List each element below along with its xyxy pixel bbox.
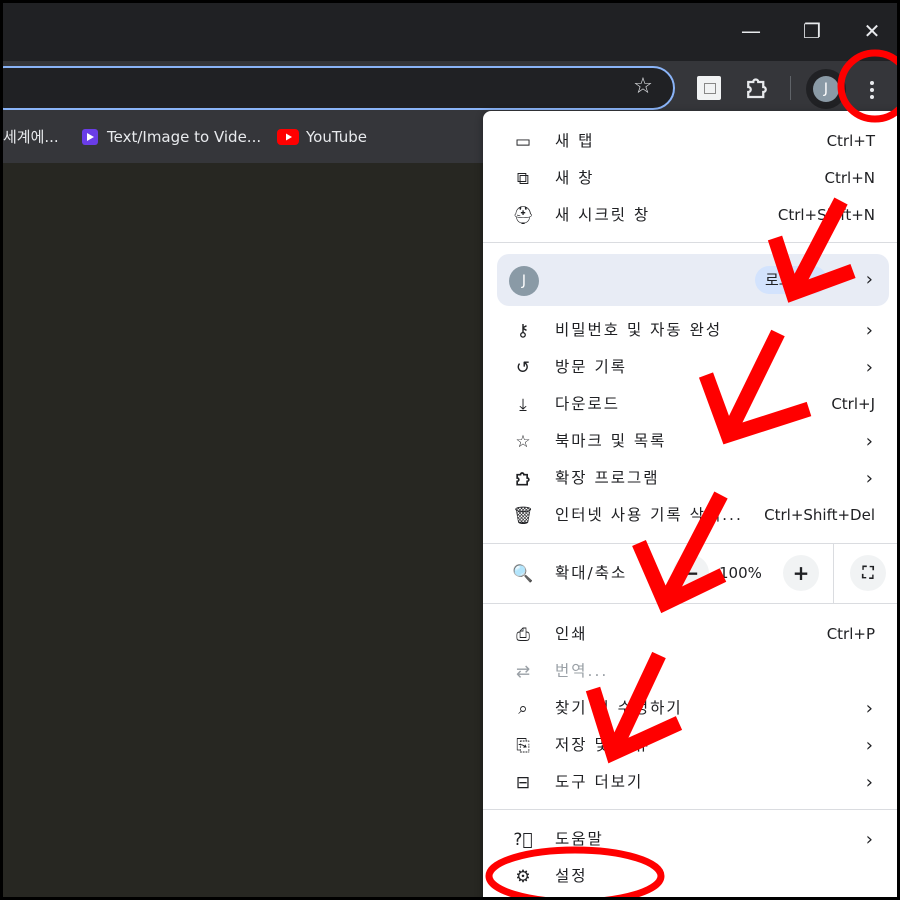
- chevron-right-icon: ›: [865, 829, 873, 850]
- menu-item-extensions[interactable]: 확장 프로그램 ›: [483, 460, 897, 497]
- menu-item-new-window[interactable]: ⧉ 새 창 Ctrl+N: [483, 160, 897, 197]
- menu-item-new-incognito-window[interactable]: ⛑ 새 시크릿 창 Ctrl+Shift+N: [483, 197, 897, 234]
- help-icon: ?⃝: [513, 830, 533, 850]
- menu-divider: [483, 809, 897, 810]
- menu-shortcut: Ctrl+N: [824, 169, 875, 187]
- menu-item-label: 도움말: [555, 830, 604, 848]
- menu-item-label: 도구 더보기: [555, 773, 644, 791]
- kebab-menu-button[interactable]: [852, 70, 892, 110]
- menu-divider: [483, 543, 897, 544]
- menu-item-label: 확장 프로그램: [555, 469, 660, 487]
- chevron-right-icon: ›: [865, 468, 873, 489]
- avatar: J: [509, 266, 539, 296]
- menu-item-passwords[interactable]: ⚷ 비밀번호 및 자동 완성 ›: [483, 312, 897, 349]
- settings-gear-icon: ⚙: [515, 867, 531, 887]
- profile-button[interactable]: J: [806, 69, 846, 109]
- menu-shortcut: Ctrl+Shift+Del: [764, 506, 875, 524]
- extension-icon: [516, 472, 530, 486]
- menu-profile-row[interactable]: J 로그인 ›: [497, 254, 889, 306]
- kebab-dot: [870, 95, 874, 99]
- menu-shortcut: Ctrl+J: [831, 395, 875, 413]
- find-icon: ⌕: [518, 699, 528, 719]
- menu-item-label: 다운로드: [555, 395, 621, 413]
- browser-window: — ❐ ✕ ☆ J 세계에... Text/Image to Vide... Y…: [0, 0, 900, 900]
- menu-item-label: 새 시크릿 창: [555, 206, 651, 224]
- incognito-icon: ⛑: [512, 206, 534, 226]
- title-bar: — ❐ ✕: [3, 3, 897, 61]
- zoom-icon: 🔍: [512, 564, 534, 584]
- menu-item-label: 번역...: [555, 662, 609, 680]
- menu-item-label: 찾기 및 수정하기: [555, 699, 683, 717]
- menu-item-clear-browsing-data[interactable]: 🗑 인터넷 사용 기록 삭제... Ctrl+Shift+Del: [483, 497, 897, 534]
- close-button[interactable]: ✕: [852, 11, 892, 51]
- extension-tile-icon[interactable]: [697, 76, 721, 100]
- menu-item-label: 새 탭: [555, 132, 595, 150]
- menu-item-bookmarks[interactable]: ☆ 북마크 및 목록 ›: [483, 423, 897, 460]
- menu-shortcut: Ctrl+P: [826, 625, 875, 643]
- menu-item-find-and-edit[interactable]: ⌕ 찾기 및 수정하기 ›: [483, 690, 897, 727]
- chrome-main-menu: ▭ 새 탭 Ctrl+T ⧉ 새 창 Ctrl+N ⛑ 새 시크릿 창 Ctrl…: [483, 111, 897, 897]
- minimize-button[interactable]: —: [731, 11, 771, 51]
- new-tab-icon: ▭: [514, 132, 532, 152]
- bookmark-item[interactable]: YouTube: [306, 125, 367, 149]
- youtube-icon: [277, 129, 299, 145]
- menu-shortcut: Ctrl+Shift+N: [777, 206, 875, 224]
- menu-item-print[interactable]: ⎙ 인쇄 Ctrl+P: [483, 616, 897, 653]
- menu-item-more-tools[interactable]: ⊟ 도구 더보기 ›: [483, 764, 897, 801]
- menu-divider: [483, 242, 897, 243]
- toolbar-separator: [790, 76, 791, 100]
- download-icon: ⤓: [519, 395, 527, 415]
- menu-item-downloads[interactable]: ⤓ 다운로드 Ctrl+J: [483, 386, 897, 423]
- menu-divider: [483, 603, 897, 604]
- chevron-right-icon: ›: [865, 735, 873, 756]
- restore-button[interactable]: ❐: [792, 11, 832, 51]
- chevron-right-icon: ›: [865, 772, 873, 793]
- save-share-icon: ⎘: [516, 736, 530, 756]
- zoom-out-button[interactable]: −: [673, 555, 709, 591]
- kebab-dot: [870, 88, 874, 92]
- print-icon: ⎙: [516, 625, 530, 645]
- zoom-divider: [833, 543, 834, 603]
- menu-item-label: 확대/축소: [555, 564, 628, 582]
- menu-item-save-and-share[interactable]: ⎘ 저장 및 공유 ›: [483, 727, 897, 764]
- toolbox-icon: ⊟: [515, 773, 531, 793]
- video-app-icon: [82, 129, 98, 145]
- bookmark-star-icon[interactable]: ☆: [629, 73, 657, 101]
- zoom-level: 100%: [719, 564, 762, 582]
- chevron-right-icon: ›: [865, 698, 873, 719]
- menu-item-translate: ⇄ 번역...: [483, 653, 897, 690]
- sign-in-pill[interactable]: 로그인: [755, 266, 827, 294]
- menu-item-settings[interactable]: ⚙ 설정: [483, 858, 897, 895]
- bookmark-star-icon: ☆: [515, 432, 531, 452]
- chevron-right-icon: ›: [865, 269, 873, 290]
- menu-item-label: 인쇄: [555, 625, 588, 643]
- trash-icon: 🗑: [512, 506, 534, 526]
- menu-item-label: 저장 및 공유: [555, 736, 651, 754]
- menu-item-label: 방문 기록: [555, 358, 627, 376]
- menu-item-new-tab[interactable]: ▭ 새 탭 Ctrl+T: [483, 123, 897, 160]
- avatar: J: [813, 76, 839, 102]
- key-icon: ⚷: [516, 321, 530, 341]
- kebab-menu-icon: [870, 81, 874, 85]
- menu-item-label: 비밀번호 및 자동 완성: [555, 321, 723, 339]
- menu-item-label: 인터넷 사용 기록 삭제...: [555, 506, 743, 524]
- translate-icon: ⇄: [515, 662, 531, 682]
- menu-item-label: 설정: [555, 867, 588, 885]
- puzzle-icon[interactable]: [742, 72, 772, 102]
- menu-item-label: 새 창: [555, 169, 595, 187]
- menu-shortcut: Ctrl+T: [826, 132, 875, 150]
- menu-item-help[interactable]: ?⃝ 도움말 ›: [483, 821, 897, 858]
- chevron-right-icon: ›: [865, 357, 873, 378]
- bookmark-item[interactable]: 세계에...: [3, 125, 59, 149]
- chevron-right-icon: ›: [865, 320, 873, 341]
- chevron-right-icon: ›: [865, 431, 873, 452]
- bookmark-item[interactable]: Text/Image to Vide...: [107, 125, 261, 149]
- new-window-icon: ⧉: [516, 169, 530, 189]
- zoom-in-button[interactable]: +: [783, 555, 819, 591]
- menu-item-label: 북마크 및 목록: [555, 432, 667, 450]
- fullscreen-button[interactable]: ⛶: [850, 555, 886, 591]
- address-bar[interactable]: [3, 66, 675, 110]
- history-icon: ↺: [515, 358, 531, 378]
- menu-item-history[interactable]: ↺ 방문 기록 ›: [483, 349, 897, 386]
